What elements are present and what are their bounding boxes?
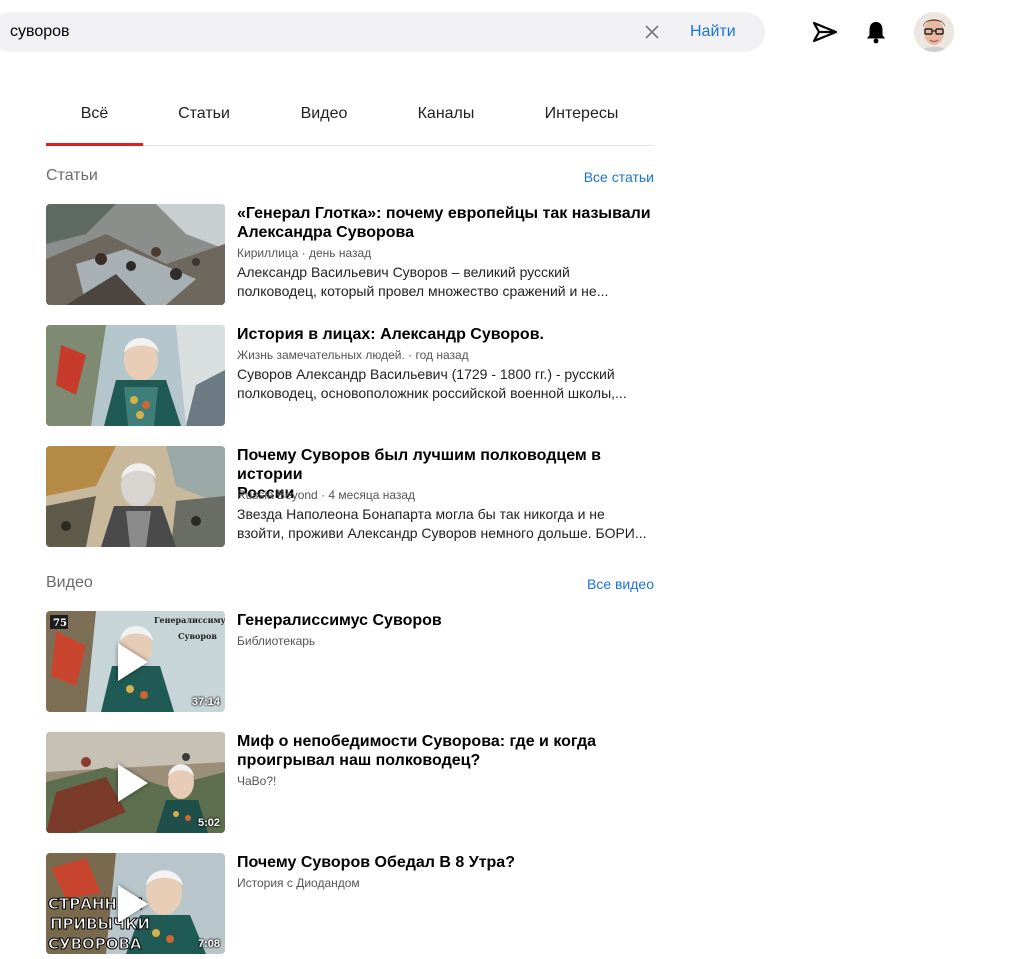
video-card[interactable]: 5:02 Миф о непобедимости Суворова: где и…: [46, 732, 654, 833]
video-card[interactable]: СТРАННЫЕ ПРИВЫЧКИ СУВОРОВА 7:08 Почему С…: [46, 853, 654, 954]
video-thumbnail[interactable]: СТРАННЫЕ ПРИВЫЧКИ СУВОРОВА 7:08: [46, 853, 225, 954]
play-icon[interactable]: [118, 764, 148, 802]
article-source: Жизнь замечательных людей.: [237, 348, 405, 362]
article-meta: Кириллица · день назад: [237, 246, 372, 260]
video-duration: 7:08: [197, 938, 220, 950]
video-thumbnail[interactable]: 5:02: [46, 732, 225, 833]
articles-section-title: Статьи: [46, 167, 98, 184]
video-channel: Библиотекарь: [237, 634, 316, 648]
video-card[interactable]: 75 Генералиссимус Суворов 37:14 Генерали…: [46, 611, 654, 712]
article-title[interactable]: «Генерал Глотка»: почему европейцы так н…: [237, 204, 654, 242]
all-videos-link[interactable]: Все видео: [587, 576, 654, 592]
video-channel: ЧаВо?!: [237, 774, 277, 788]
video-title[interactable]: Генералиссимус Суворов: [237, 611, 654, 630]
article-snippet: Суворов Александр Васильевич (1729 - 180…: [237, 366, 627, 401]
tab-all[interactable]: Всё: [46, 94, 143, 146]
article-card[interactable]: «Генерал Глотка»: почему европейцы так н…: [46, 204, 654, 305]
article-time: день назад: [309, 246, 372, 260]
search-input[interactable]: [10, 12, 610, 52]
video-title[interactable]: Почему Суворов Обедал В 8 Утра?: [237, 853, 654, 872]
close-icon[interactable]: [644, 24, 660, 40]
tab-articles[interactable]: Статьи: [143, 94, 265, 145]
find-button[interactable]: Найти: [690, 12, 736, 52]
article-thumbnail[interactable]: [46, 325, 225, 426]
video-channel: История с Диодандом: [237, 876, 360, 890]
videos-section-title: Видео: [46, 574, 93, 591]
search-bar: Найти: [0, 12, 765, 52]
article-snippet: Звезда Наполеона Бонапарта могла бы так …: [237, 506, 647, 541]
article-source: Кириллица: [237, 246, 299, 260]
thumbnail-badge: 75: [53, 618, 67, 629]
article-thumbnail[interactable]: [46, 446, 225, 547]
avatar[interactable]: [914, 12, 954, 52]
article-snippet: Александр Васильевич Суворов – великий р…: [237, 264, 609, 299]
article-card[interactable]: История в лицах: Александр Суворов. Жизн…: [46, 325, 654, 426]
thumbnail-caption: СУВОРОВА: [48, 935, 142, 953]
play-icon[interactable]: [118, 885, 148, 923]
play-icon[interactable]: [118, 643, 148, 681]
article-title[interactable]: История в лицах: Александр Суворов.: [237, 325, 654, 344]
video-thumbnail[interactable]: 75 Генералиссимус Суворов 37:14: [46, 611, 225, 712]
thumbnail-caption: Суворов: [178, 631, 217, 641]
tab-videos[interactable]: Видео: [265, 94, 383, 145]
search-tabs: Всё Статьи Видео Каналы Интересы: [46, 94, 654, 146]
video-duration: 5:02: [197, 817, 220, 829]
article-thumbnail[interactable]: [46, 204, 225, 305]
tab-interests[interactable]: Интересы: [509, 94, 654, 145]
send-icon[interactable]: [812, 20, 838, 44]
article-meta: Жизнь замечательных людей. · год назад: [237, 348, 469, 362]
tab-channels[interactable]: Каналы: [383, 94, 509, 145]
video-title[interactable]: Миф о непобедимости Суворова: где и когд…: [237, 732, 654, 770]
article-meta: Russia Beyond · 4 месяца назад: [237, 488, 416, 502]
article-time: год назад: [415, 348, 469, 362]
video-duration: 37:14: [191, 696, 220, 708]
article-card[interactable]: Почему Суворов был лучшим полководцем в …: [46, 446, 654, 547]
all-articles-link[interactable]: Все статьи: [584, 169, 654, 185]
article-source: Russia Beyond: [237, 488, 318, 502]
article-time: 4 месяца назад: [328, 488, 416, 502]
thumbnail-caption: Генералиссимус: [154, 615, 225, 625]
bell-icon[interactable]: [865, 20, 887, 44]
